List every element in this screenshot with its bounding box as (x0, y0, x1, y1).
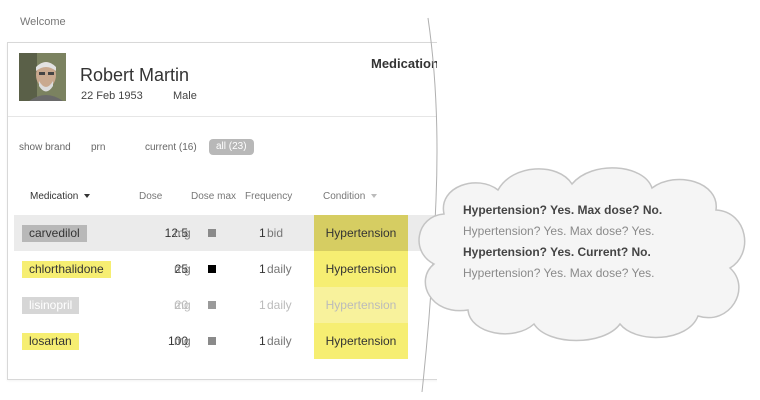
cloud-line-1: Hypertension? Yes. Max dose? No. (463, 203, 663, 217)
cloud-text: Hypertension? Yes. Max dose? No. Hyperte… (463, 200, 662, 284)
cloud-line-4: Hypertension? Yes. Max dose? Yes. (463, 266, 655, 280)
cloud-line-2: Hypertension? Yes. Max dose? Yes. (463, 224, 655, 238)
cloud-line-3: Hypertension? Yes. Current? No. (463, 245, 651, 259)
